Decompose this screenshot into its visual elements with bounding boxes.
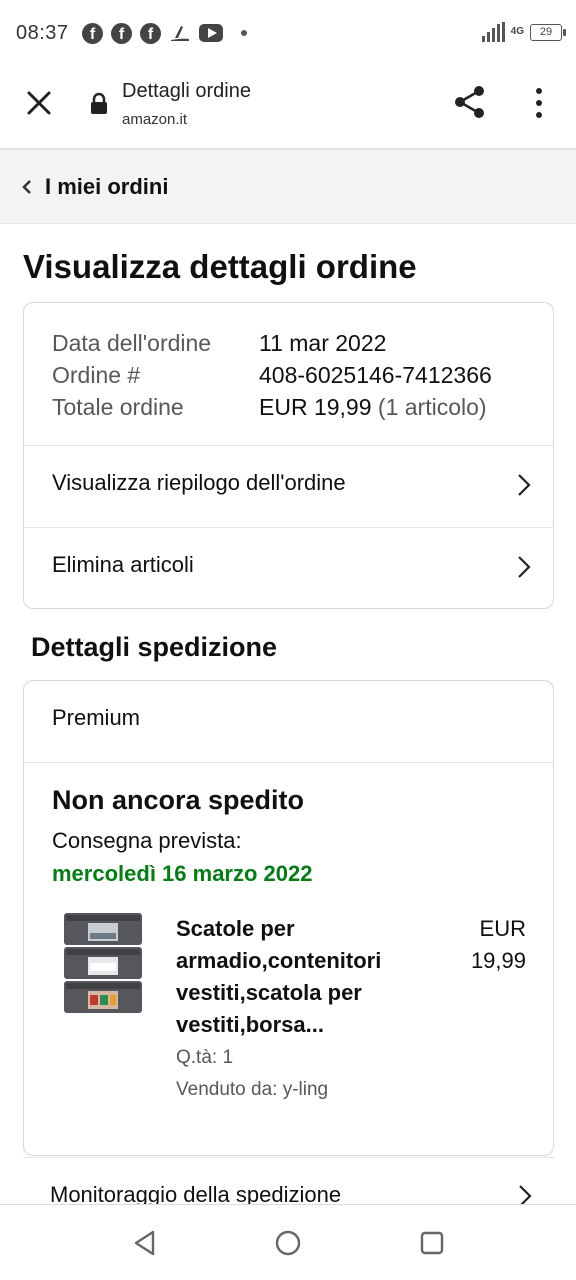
page-title: Visualizza dettagli ordine bbox=[23, 248, 417, 285]
shipment-tracking-link[interactable]: Monitoraggio della spedizione bbox=[23, 1157, 554, 1205]
shipping-method: Premium bbox=[24, 681, 553, 763]
breadcrumb[interactable]: I miei ordini bbox=[0, 148, 576, 224]
product-seller: Venduto da: y-ling bbox=[176, 1079, 329, 1100]
youtube-icon bbox=[199, 24, 223, 42]
home-circle-icon[interactable] bbox=[274, 1229, 302, 1257]
product-quantity: Q.tà: 1 bbox=[176, 1047, 234, 1068]
delivery-estimate-date: mercoledì 16 marzo 2022 bbox=[52, 861, 313, 886]
chevron-right-icon bbox=[518, 556, 531, 578]
shipment-card: Premium Non ancora spedito Consegna prev… bbox=[23, 680, 554, 1156]
shipping-section-title: Dettagli spedizione bbox=[31, 632, 278, 662]
lock-icon bbox=[91, 92, 107, 114]
order-summary: Data dell'ordine 11 mar 2022 Ordine # 40… bbox=[24, 303, 553, 445]
product-name-link[interactable]: Scatole per armadio,contenitori vestiti,… bbox=[176, 913, 426, 1041]
chevron-right-icon bbox=[519, 1185, 532, 1205]
breadcrumb-label[interactable]: I miei ordini bbox=[45, 174, 168, 200]
close-icon[interactable] bbox=[24, 88, 54, 118]
order-date-value: 11 mar 2022 bbox=[259, 330, 387, 356]
delete-items-label: Elimina articoli bbox=[52, 552, 194, 577]
browser-toolbar: Dettagli ordine amazon.it bbox=[0, 68, 576, 148]
back-triangle-icon[interactable] bbox=[131, 1229, 159, 1257]
order-date-row: Data dell'ordine 11 mar 2022 bbox=[52, 327, 553, 359]
browser-url[interactable]: amazon.it bbox=[122, 111, 187, 128]
product-image[interactable] bbox=[62, 911, 144, 1015]
shipment-tracking-label: Monitoraggio della spedizione bbox=[50, 1182, 342, 1205]
share-icon[interactable] bbox=[452, 84, 488, 120]
facebook-icon: f bbox=[82, 22, 103, 44]
delivery-estimate-label: Consegna prevista: bbox=[52, 828, 242, 853]
order-number-value: 408-6025146-7412366 bbox=[259, 362, 492, 388]
shipment-status: Non ancora spedito bbox=[52, 785, 305, 815]
kebab-menu-icon[interactable] bbox=[530, 86, 548, 120]
network-type: 4G bbox=[510, 26, 524, 37]
facebook-icon: f bbox=[140, 22, 161, 44]
order-number-row: Ordine # 408-6025146-7412366 bbox=[52, 359, 553, 391]
delete-items-link[interactable]: Elimina articoli bbox=[24, 527, 553, 608]
notification-icons: f f f bbox=[82, 22, 247, 44]
order-total-label: Totale ordine bbox=[52, 394, 184, 420]
recent-apps-icon[interactable] bbox=[420, 1231, 444, 1255]
view-order-summary-label: Visualizza riepilogo dell'ordine bbox=[52, 470, 346, 495]
more-notifications-icon bbox=[241, 30, 247, 36]
messenger-bird-icon bbox=[171, 26, 189, 41]
browser-page-title[interactable]: Dettagli ordine bbox=[122, 80, 251, 103]
order-total-value: EUR 19,99 (1 articolo) bbox=[259, 391, 487, 423]
order-number-label: Ordine # bbox=[52, 362, 141, 388]
order-total-row: Totale ordine EUR 19,99 (1 articolo) bbox=[52, 391, 553, 423]
view-order-summary-link[interactable]: Visualizza riepilogo dell'ordine bbox=[24, 445, 553, 527]
chevron-left-icon bbox=[22, 180, 31, 194]
battery-icon: 29 bbox=[530, 23, 566, 41]
signal-icon bbox=[481, 22, 505, 42]
chevron-right-icon bbox=[518, 474, 531, 496]
product-price-currency: EUR bbox=[479, 916, 526, 941]
status-bar: 08:37 f f f 4G 29 bbox=[0, 0, 576, 68]
order-summary-card: Data dell'ordine 11 mar 2022 Ordine # 40… bbox=[23, 302, 554, 609]
order-date-label: Data dell'ordine bbox=[52, 330, 212, 356]
product-price: EUR 19,99 bbox=[444, 913, 526, 977]
system-icons: 4G 29 bbox=[481, 22, 566, 42]
status-time: 08:37 bbox=[16, 22, 69, 44]
facebook-icon: f bbox=[111, 22, 132, 44]
product-price-value: 19,99 bbox=[470, 948, 526, 973]
order-total-items: (1 articolo) bbox=[377, 394, 487, 420]
order-total-amount: EUR 19,99 bbox=[259, 394, 372, 420]
system-navigation-bar bbox=[0, 1204, 576, 1280]
